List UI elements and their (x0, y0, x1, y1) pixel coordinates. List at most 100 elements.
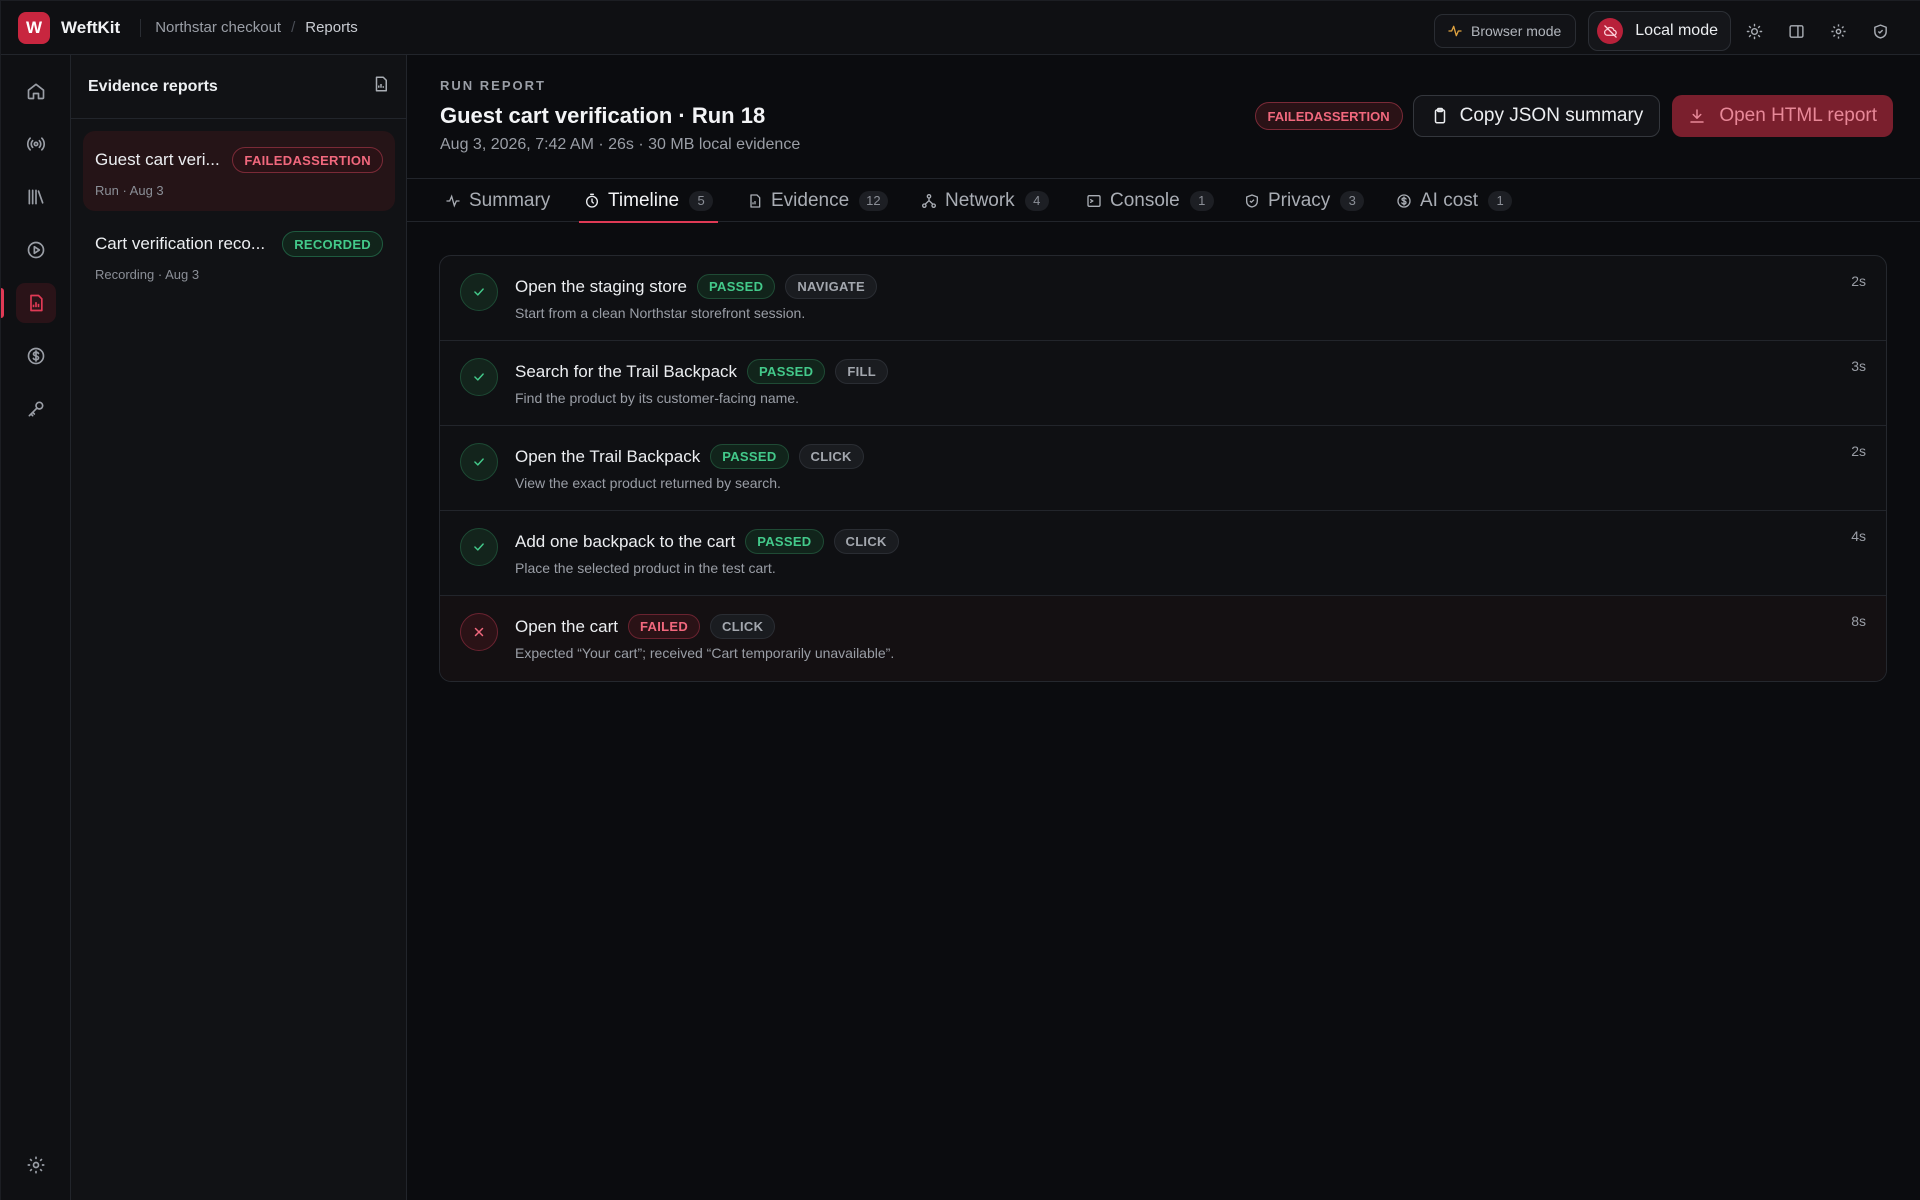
tab-label: Timeline (608, 189, 680, 211)
timeline-list: Open the staging store PASSED NAVIGATE S… (439, 255, 1887, 682)
breadcrumb-project[interactable]: Northstar checkout (155, 19, 281, 36)
step-duration: 3s (1851, 358, 1866, 374)
step-description: Place the selected product in the test c… (515, 560, 776, 576)
panel-title: Evidence reports (88, 77, 218, 95)
step-description: Find the product by its customer-facing … (515, 390, 800, 406)
timeline-step[interactable]: Search for the Trail Backpack PASSED FIL… (440, 341, 1886, 426)
tab-label: Console (1110, 189, 1180, 211)
nav-rail (1, 55, 71, 1200)
status-badge: RECORDED (282, 231, 383, 257)
new-report-icon[interactable] (372, 75, 390, 98)
tab-ai-cost[interactable]: AI cost 1 (1396, 179, 1513, 222)
status-badge: FAILEDASSERTION (1254, 102, 1403, 130)
tab-bar: Summary Timeline 5 Evidence 12 Network 4… (407, 178, 1920, 223)
timer-icon (586, 193, 598, 208)
tab-console[interactable]: Console 1 (1086, 179, 1214, 222)
step-title: Add one backpack to the cart (515, 531, 736, 551)
key-icon[interactable] (16, 389, 56, 429)
shield-icon[interactable] (1861, 12, 1899, 50)
step-duration: 4s (1851, 528, 1866, 544)
status-badge: FAILEDASSERTION (232, 147, 383, 173)
tab-summary[interactable]: Summary (445, 179, 550, 222)
app-name: WeftKit (61, 17, 121, 37)
timeline-step-failed[interactable]: Open the cart FAILED CLICK Expected “You… (440, 596, 1886, 681)
broadcast-icon[interactable] (16, 124, 56, 164)
tab-count: 12 (859, 190, 888, 211)
activity-icon (446, 193, 460, 208)
report-icon[interactable] (16, 283, 56, 323)
library-icon[interactable] (16, 177, 56, 217)
check-icon (460, 273, 498, 311)
tab-network[interactable]: Network 4 (921, 179, 1049, 222)
top-bar: W WeftKit Northstar checkout / Reports B… (1, 1, 1920, 55)
file-icon (750, 193, 761, 208)
tab-label: Privacy (1268, 189, 1331, 211)
app-logo[interactable]: W (18, 11, 50, 44)
report-item-cart-recording[interactable]: Cart verification reco... RECORDED Recor… (83, 215, 395, 295)
breadcrumb-current: Reports (305, 19, 358, 36)
home-icon[interactable] (16, 71, 56, 111)
step-action-badge: NAVIGATE (785, 274, 877, 299)
timeline-step[interactable]: Add one backpack to the cart PASSED CLIC… (440, 511, 1886, 596)
step-description: Expected “Your cart”; received “Cart tem… (515, 645, 895, 661)
dollar-icon (1397, 193, 1411, 208)
step-duration: 2s (1851, 273, 1866, 289)
active-marker (1, 288, 4, 318)
check-icon (460, 358, 498, 396)
report-item-title: Cart verification reco... (95, 234, 266, 253)
timeline-step[interactable]: Open the staging store PASSED NAVIGATE S… (440, 256, 1886, 341)
tab-privacy[interactable]: Privacy 3 (1244, 179, 1365, 222)
tab-evidence[interactable]: Evidence 12 (747, 179, 888, 222)
panel-icon[interactable] (1777, 12, 1815, 50)
page-title: Guest cart verification · Run 18 (440, 103, 766, 128)
step-action-badge: CLICK (710, 614, 776, 639)
top-actions: Browser mode Local mode (1434, 11, 1899, 51)
step-action-badge: CLICK (833, 529, 899, 554)
dollar-icon[interactable] (16, 336, 56, 376)
play-icon[interactable] (16, 230, 56, 270)
settings-icon[interactable] (16, 1145, 56, 1185)
tab-timeline[interactable]: Timeline 5 (579, 179, 719, 223)
header-actions: FAILEDASSERTION Copy JSON summary Open H… (1254, 95, 1893, 137)
timeline-step[interactable]: Open the Trail Backpack PASSED CLICK Vie… (440, 426, 1886, 511)
open-html-report-button[interactable]: Open HTML report (1672, 95, 1893, 137)
step-duration: 2s (1851, 443, 1866, 459)
tab-label: Network (945, 189, 1015, 211)
x-icon (460, 613, 498, 651)
activity-icon (1448, 25, 1462, 37)
report-item-title: Guest cart veri... (95, 150, 220, 169)
step-action-badge: FILL (835, 359, 888, 384)
step-title: Open the Trail Backpack (515, 446, 701, 466)
browser-mode-button[interactable]: Browser mode (1434, 14, 1577, 48)
copy-json-button[interactable]: Copy JSON summary (1412, 95, 1661, 137)
gear-icon[interactable] (1819, 12, 1857, 50)
tab-label: AI cost (1420, 189, 1479, 211)
check-icon (460, 528, 498, 566)
panel-header: Evidence reports (71, 55, 406, 119)
network-icon (922, 193, 936, 208)
tab-count: 5 (689, 190, 714, 211)
step-title: Open the cart (515, 616, 619, 636)
step-status-badge: PASSED (745, 529, 824, 554)
run-meta: Aug 3, 2026, 7:42 AM · 26s · 30 MB local… (440, 136, 801, 153)
local-mode-button[interactable]: Local mode (1588, 11, 1731, 51)
divider (140, 18, 142, 37)
cloud-off-icon (1597, 18, 1624, 44)
step-status-badge: PASSED (697, 274, 776, 299)
step-duration: 8s (1851, 613, 1866, 629)
step-status-badge: PASSED (747, 359, 826, 384)
report-item-guest-cart[interactable]: Guest cart veri... FAILEDASSERTION Run ·… (83, 131, 395, 211)
tab-count: 1 (1189, 190, 1214, 211)
local-mode-label: Local mode (1635, 22, 1718, 39)
download-icon (1690, 109, 1705, 123)
tab-label: Evidence (771, 189, 850, 211)
step-status-badge: FAILED (628, 614, 701, 639)
shield-icon (1246, 193, 1258, 208)
tab-count: 3 (1340, 190, 1365, 211)
check-icon (460, 443, 498, 481)
step-title: Open the staging store (515, 276, 688, 296)
step-status-badge: PASSED (710, 444, 789, 469)
browser-mode-label: Browser mode (1471, 23, 1562, 39)
sun-icon[interactable] (1735, 12, 1773, 50)
tab-active-indicator (579, 221, 719, 223)
